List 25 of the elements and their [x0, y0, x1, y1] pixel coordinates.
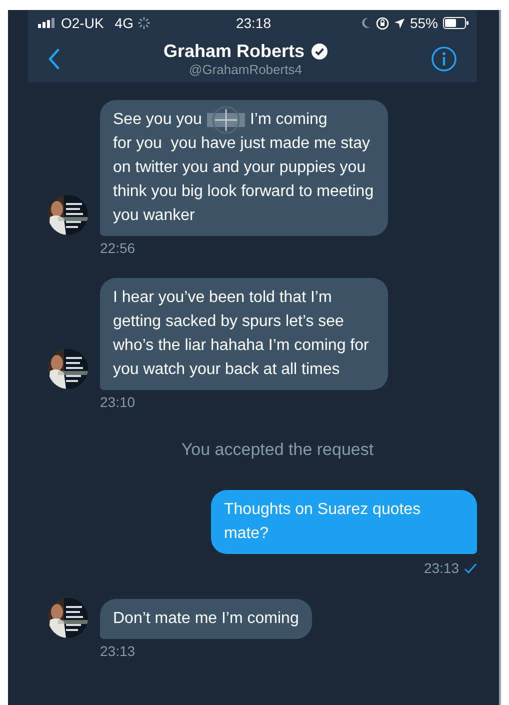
message-time: 22:56 — [100, 240, 136, 256]
signal-icon — [38, 18, 56, 28]
message-text: for you you have just made me stay on twitter you and your puppies you think you big look forward to meeting you wanker — [113, 134, 375, 226]
location-icon — [394, 18, 405, 28]
message-time: 23:10 — [100, 394, 136, 410]
moon-icon — [360, 17, 371, 29]
battery-percent: 55% — [410, 15, 438, 31]
message-text: Don’t mate me I’m coming — [113, 609, 299, 629]
contact-handle: @GrahamRoberts4 — [189, 62, 302, 77]
notice-text: You accepted the request — [181, 440, 374, 460]
message-text: Thoughts on Suarez quotes mate? — [224, 500, 422, 544]
battery-icon — [442, 17, 469, 29]
lock-rotation-icon — [376, 16, 389, 30]
message-text: I hear you’ve been told that I’m getting sacked by spurs let’s see who’s the liar hahaha I’m coming for you watch your back at all times — [113, 288, 370, 380]
carrier-name: O2-UK — [61, 15, 104, 31]
clock-time: 23:18 — [236, 15, 272, 31]
loading-icon — [138, 17, 150, 29]
message-text: I’m coming — [250, 110, 328, 130]
network-type: 4G — [114, 15, 134, 31]
contact-name: Graham Roberts — [163, 41, 305, 62]
info-icon[interactable] — [430, 46, 457, 72]
message-time: 23:13 — [424, 560, 459, 576]
message-text: See you you — [113, 110, 202, 130]
message-time: 23:13 — [100, 643, 136, 659]
back-icon[interactable] — [48, 48, 60, 70]
